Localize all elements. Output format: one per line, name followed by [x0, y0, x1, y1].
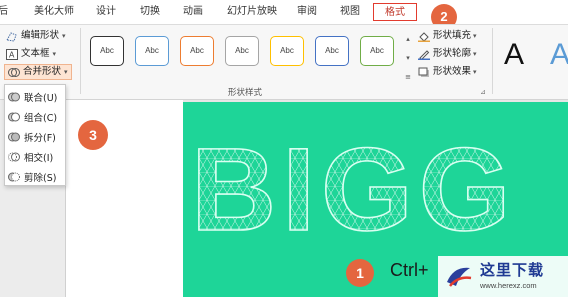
merge-menu-item-label: 组合(C) [24, 113, 58, 124]
chevron-down-icon: ▾ [62, 32, 66, 40]
chevron-down-icon: ▾ [473, 50, 477, 58]
text-box-icon: A [6, 48, 18, 60]
wordart-style-blue[interactable]: A [550, 38, 568, 72]
chevron-down-icon: ▾ [64, 68, 68, 76]
shape-style-swatch[interactable]: Abc [180, 36, 214, 66]
ribbon-tab-bar [0, 0, 568, 24]
merge-menu-item-label: 相交(I) [24, 153, 54, 164]
merge-menu-item[interactable]: 拆分(F) [8, 128, 64, 146]
edit-shape-button[interactable]: 编辑形状 ▾ [6, 28, 66, 44]
merge-menu-item[interactable]: 剪除(S) [8, 168, 64, 186]
tab-view[interactable]: 视图 [340, 3, 360, 21]
paint-bucket-icon [418, 31, 430, 42]
watermark-logo-icon [447, 267, 472, 287]
tab-partial[interactable]: 后 [0, 3, 8, 21]
shape-style-swatch[interactable]: Abc [225, 36, 259, 66]
group-divider [492, 28, 493, 94]
wordart-style-black[interactable]: A [504, 38, 524, 72]
callout-one: 1 [346, 259, 374, 287]
shape-style-swatch[interactable]: Abc [270, 36, 304, 66]
scroll-up-icon[interactable]: ▴ [403, 30, 413, 49]
shape-style-swatch[interactable]: Abc [90, 36, 124, 66]
shape-style-swatch[interactable]: Abc [315, 36, 349, 66]
shape-styles-group-label: 形状样式 [228, 88, 263, 98]
tab-design[interactable]: 设计 [96, 3, 116, 21]
group-divider [80, 28, 81, 94]
combine-icon [8, 111, 20, 123]
shape-effects-icon [418, 67, 430, 78]
fragment-icon [8, 131, 20, 143]
slide-title-text: BIGG [191, 124, 517, 256]
merge-menu-item[interactable]: 相交(I) [8, 148, 64, 166]
subtract-icon [8, 171, 20, 183]
intersect-icon [8, 151, 20, 163]
watermark-brand: 这里下载 [480, 261, 545, 279]
gallery-more-icon[interactable]: ≡ [403, 68, 413, 87]
shape-effects-button[interactable]: 形状效果 ▾ [418, 64, 477, 80]
shape-style-swatch[interactable]: Abc [360, 36, 394, 66]
chevron-down-icon: ▾ [473, 32, 477, 40]
tab-review[interactable]: 审阅 [297, 3, 317, 21]
union-icon [8, 91, 20, 103]
merge-menu-item-label: 拆分(F) [24, 133, 56, 144]
dialog-launcher-icon[interactable]: ⊿ [480, 88, 486, 96]
tab-transitions[interactable]: 切换 [140, 3, 160, 21]
shape-outline-button[interactable]: 形状轮廓 ▾ [418, 46, 477, 62]
text-box-button[interactable]: A 文本框 ▾ [6, 46, 56, 62]
shape-fill-button[interactable]: 形状填充 ▾ [418, 28, 477, 44]
tab-slideshow[interactable]: 幻灯片放映 [227, 3, 277, 21]
watermark: 这里下载 www.herexz.com [438, 256, 568, 297]
pen-outline-icon [418, 49, 430, 60]
merge-menu-item-label: 联合(U) [24, 93, 58, 104]
edit-shape-icon [6, 31, 18, 42]
chevron-down-icon: ▾ [473, 68, 477, 76]
merge-menu-item[interactable]: 联合(U) [8, 88, 64, 106]
tab-beautify-master[interactable]: 美化大师 [34, 3, 74, 21]
merge-shapes-icon [8, 67, 20, 78]
watermark-url: www.herexz.com [480, 281, 537, 290]
gallery-scroll[interactable]: ▴ ▾ ≡ [403, 30, 413, 88]
shape-style-swatch[interactable]: Abc [135, 36, 169, 66]
svg-text:A: A [9, 50, 15, 59]
callout-three: 3 [78, 120, 108, 150]
merge-menu-item[interactable]: 组合(C) [8, 108, 64, 126]
tab-animations[interactable]: 动画 [183, 3, 203, 21]
shortcut-hint-text: Ctrl+ [390, 260, 429, 280]
merge-shapes-button[interactable]: 合并形状 ▾ [4, 64, 72, 80]
merge-menu-item-label: 剪除(S) [24, 173, 57, 184]
scroll-down-icon[interactable]: ▾ [403, 49, 413, 68]
chevron-down-icon: ▾ [52, 50, 57, 58]
tab-format[interactable]: 格式 [373, 3, 417, 21]
